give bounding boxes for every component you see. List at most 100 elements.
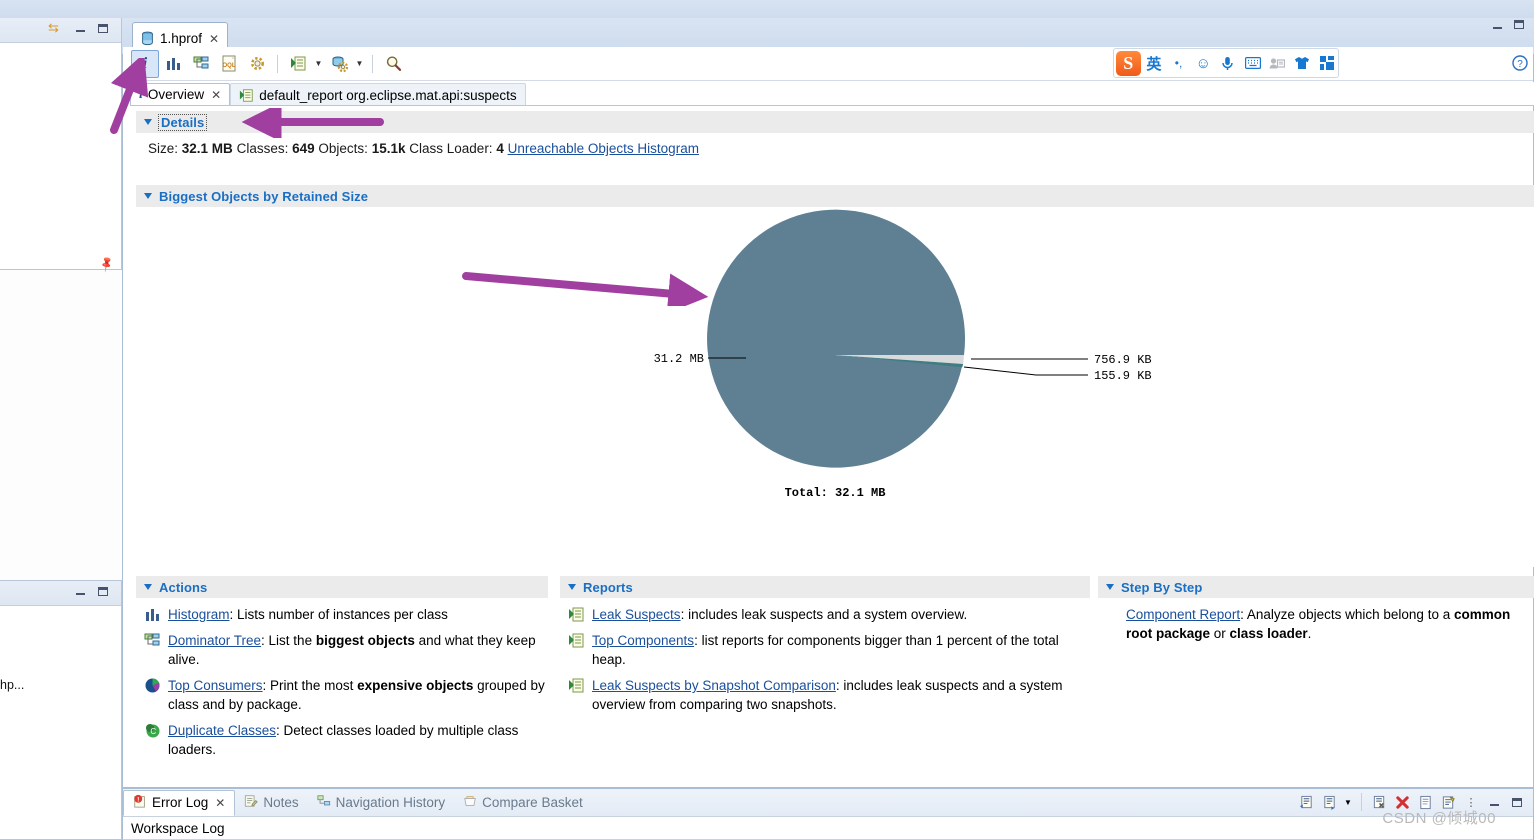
leak-suspects-link[interactable]: Leak Suspects xyxy=(592,607,681,622)
left-pane-top: ⇆ xyxy=(0,18,122,270)
properties-icon[interactable] xyxy=(1438,791,1458,813)
chevron-down-icon-actions[interactable] xyxy=(144,584,152,590)
minimize-icon[interactable] xyxy=(76,24,89,36)
tab-overview[interactable]: i Overview ✕ xyxy=(130,83,231,106)
tab-compare-basket-label: Compare Basket xyxy=(482,795,583,810)
gear-icon xyxy=(250,57,264,70)
compare-basket-icon xyxy=(463,794,477,811)
report-icon-3 xyxy=(568,677,585,694)
section-details-label: Details xyxy=(157,113,208,131)
view-menu-vertical-icon[interactable]: ⋮ xyxy=(1461,791,1481,813)
action-dominator-tree-text: Dominator Tree: List the biggest objects… xyxy=(168,633,536,667)
close-icon-overview[interactable]: ✕ xyxy=(211,88,221,102)
chevron-down-icon-biggest[interactable] xyxy=(144,193,152,199)
maximize-icon-2[interactable] xyxy=(98,587,111,599)
find-object-button[interactable] xyxy=(379,50,407,78)
overview-info-button[interactable]: i xyxy=(131,49,159,78)
section-step-by-step-label: Step By Step xyxy=(1121,579,1203,595)
bottom-maximize-icon[interactable] xyxy=(1507,791,1527,813)
top-components-link[interactable]: Top Components xyxy=(592,633,694,648)
window-minimize-icon[interactable] xyxy=(1493,21,1502,29)
ime-voice-icon[interactable] xyxy=(1217,50,1240,76)
chevron-down-icon-steps[interactable] xyxy=(1106,584,1114,590)
top-consumers-link[interactable]: Top Consumers xyxy=(168,678,263,693)
help-icon[interactable]: ? xyxy=(1512,55,1528,75)
tab-default-report[interactable]: default_report org.eclipse.mat.api:suspe… xyxy=(230,83,526,106)
open-log-icon[interactable] xyxy=(1415,791,1435,813)
details-objects-value: 15.1k xyxy=(371,141,406,156)
chevron-down-icon-reports[interactable] xyxy=(568,584,576,590)
bottom-minimize-icon[interactable] xyxy=(1484,791,1504,813)
ime-skin-icon[interactable] xyxy=(1291,50,1314,76)
sogou-logo-icon[interactable]: S xyxy=(1116,50,1141,76)
oql-icon: OQL xyxy=(222,55,235,72)
details-summary-line: Size: 32.1 MB Classes: 649 Objects: 15.1… xyxy=(148,141,699,156)
delete-log-icon[interactable] xyxy=(1392,791,1412,813)
action-duplicate-classes: C Duplicate Classes: Detect classes load… xyxy=(136,721,548,759)
dominator-tree-button[interactable] xyxy=(187,50,215,78)
run-expert-system-test-button[interactable] xyxy=(284,50,312,78)
bottom-view-tabbar: ! Error Log ✕ Notes Navigation History C… xyxy=(123,789,1533,817)
close-icon[interactable]: ✕ xyxy=(209,32,219,46)
ime-language-mode[interactable]: 英 xyxy=(1143,50,1166,76)
details-classloader-label: Class Loader: xyxy=(409,141,493,156)
window-controls xyxy=(1493,20,1524,29)
report-top-components-text: Top Components: list reports for compone… xyxy=(592,631,1090,669)
pie-slice-main xyxy=(707,209,966,468)
leader-line-third xyxy=(963,366,1088,376)
window-maximize-icon[interactable] xyxy=(1514,20,1524,29)
tshirt-icon xyxy=(1294,57,1309,69)
open-query-browser-button[interactable] xyxy=(325,50,353,78)
run-report-icon xyxy=(290,56,305,71)
duplicate-classes-link[interactable]: Duplicate Classes xyxy=(168,723,276,738)
export-log-icon[interactable] xyxy=(1296,791,1316,813)
query-browser-dropdown-arrow[interactable]: ▼ xyxy=(353,51,366,77)
ime-emoji-icon[interactable]: ☺ xyxy=(1192,50,1215,76)
ime-user-icon[interactable] xyxy=(1266,50,1289,76)
ime-keyboard-icon[interactable] xyxy=(1241,50,1264,76)
application-window: ⇆ 📌 hp... 1.hprof ✕ i OQL ▼ ▼ S 英 •, ☺ ?… xyxy=(0,0,1534,840)
section-reports[interactable]: Reports xyxy=(560,576,1090,598)
tab-notes[interactable]: Notes xyxy=(235,790,307,816)
maximize-icon[interactable] xyxy=(98,24,111,36)
ime-punctuation-icon[interactable]: •, xyxy=(1167,50,1190,76)
unreachable-objects-histogram-link[interactable]: Unreachable Objects Histogram xyxy=(508,141,699,156)
minimize-icon-2[interactable] xyxy=(76,587,89,599)
tab-compare-basket[interactable]: Compare Basket xyxy=(454,790,592,816)
section-step-by-step[interactable]: Step By Step xyxy=(1098,576,1534,598)
action-top-consumers-text: Top Consumers: Print the most expensive … xyxy=(168,678,545,712)
toolbar-separator-1 xyxy=(277,54,278,73)
help-question-icon: ? xyxy=(1512,55,1528,71)
dominator-tree-link[interactable]: Dominator Tree xyxy=(168,633,261,648)
histogram-link[interactable]: Histogram xyxy=(168,607,230,622)
clear-log-icon[interactable] xyxy=(1369,791,1389,813)
restore-icon[interactable]: ⇆ xyxy=(48,21,61,34)
tab-error-log[interactable]: ! Error Log ✕ xyxy=(123,789,236,816)
leak-suspects-desc: : includes leak suspects and a system ov… xyxy=(680,607,968,622)
svg-text:C: C xyxy=(150,727,156,736)
toolbar-separator-2 xyxy=(372,54,373,73)
section-actions[interactable]: Actions xyxy=(136,576,548,598)
section-biggest-objects[interactable]: Biggest Objects by Retained Size xyxy=(136,185,1534,207)
section-biggest-objects-label: Biggest Objects by Retained Size xyxy=(159,188,369,204)
report-leak-suspects: Leak Suspects: includes leak suspects an… xyxy=(560,605,1090,624)
oql-button[interactable]: OQL xyxy=(215,50,243,78)
close-icon-error-log[interactable]: ✕ xyxy=(215,796,225,810)
tab-default-report-label: default_report org.eclipse.mat.api:suspe… xyxy=(259,87,517,103)
component-report-link[interactable]: Component Report xyxy=(1126,607,1240,622)
view-menu-dropdown-icon[interactable]: ▼ xyxy=(1342,791,1354,813)
microphone-icon xyxy=(1222,56,1234,70)
leak-suspects-comparison-link[interactable]: Leak Suspects by Snapshot Comparison xyxy=(592,678,836,693)
ime-apps-icon[interactable] xyxy=(1315,50,1338,76)
import-log-icon[interactable] xyxy=(1319,791,1339,813)
run-expert-dropdown-arrow[interactable]: ▼ xyxy=(312,51,325,77)
window-title-strip xyxy=(0,0,1534,18)
calculate-retained-size-button[interactable] xyxy=(243,50,271,78)
report-icon-1 xyxy=(568,606,585,623)
action-top-consumers: Top Consumers: Print the most expensive … xyxy=(136,676,548,714)
left-pane-truncated-label: hp... xyxy=(0,678,25,692)
tab-navigation-history[interactable]: Navigation History xyxy=(308,790,455,816)
histogram-button[interactable] xyxy=(159,50,187,78)
section-details[interactable]: Details xyxy=(136,111,1534,133)
chevron-down-icon-details[interactable] xyxy=(144,119,152,125)
